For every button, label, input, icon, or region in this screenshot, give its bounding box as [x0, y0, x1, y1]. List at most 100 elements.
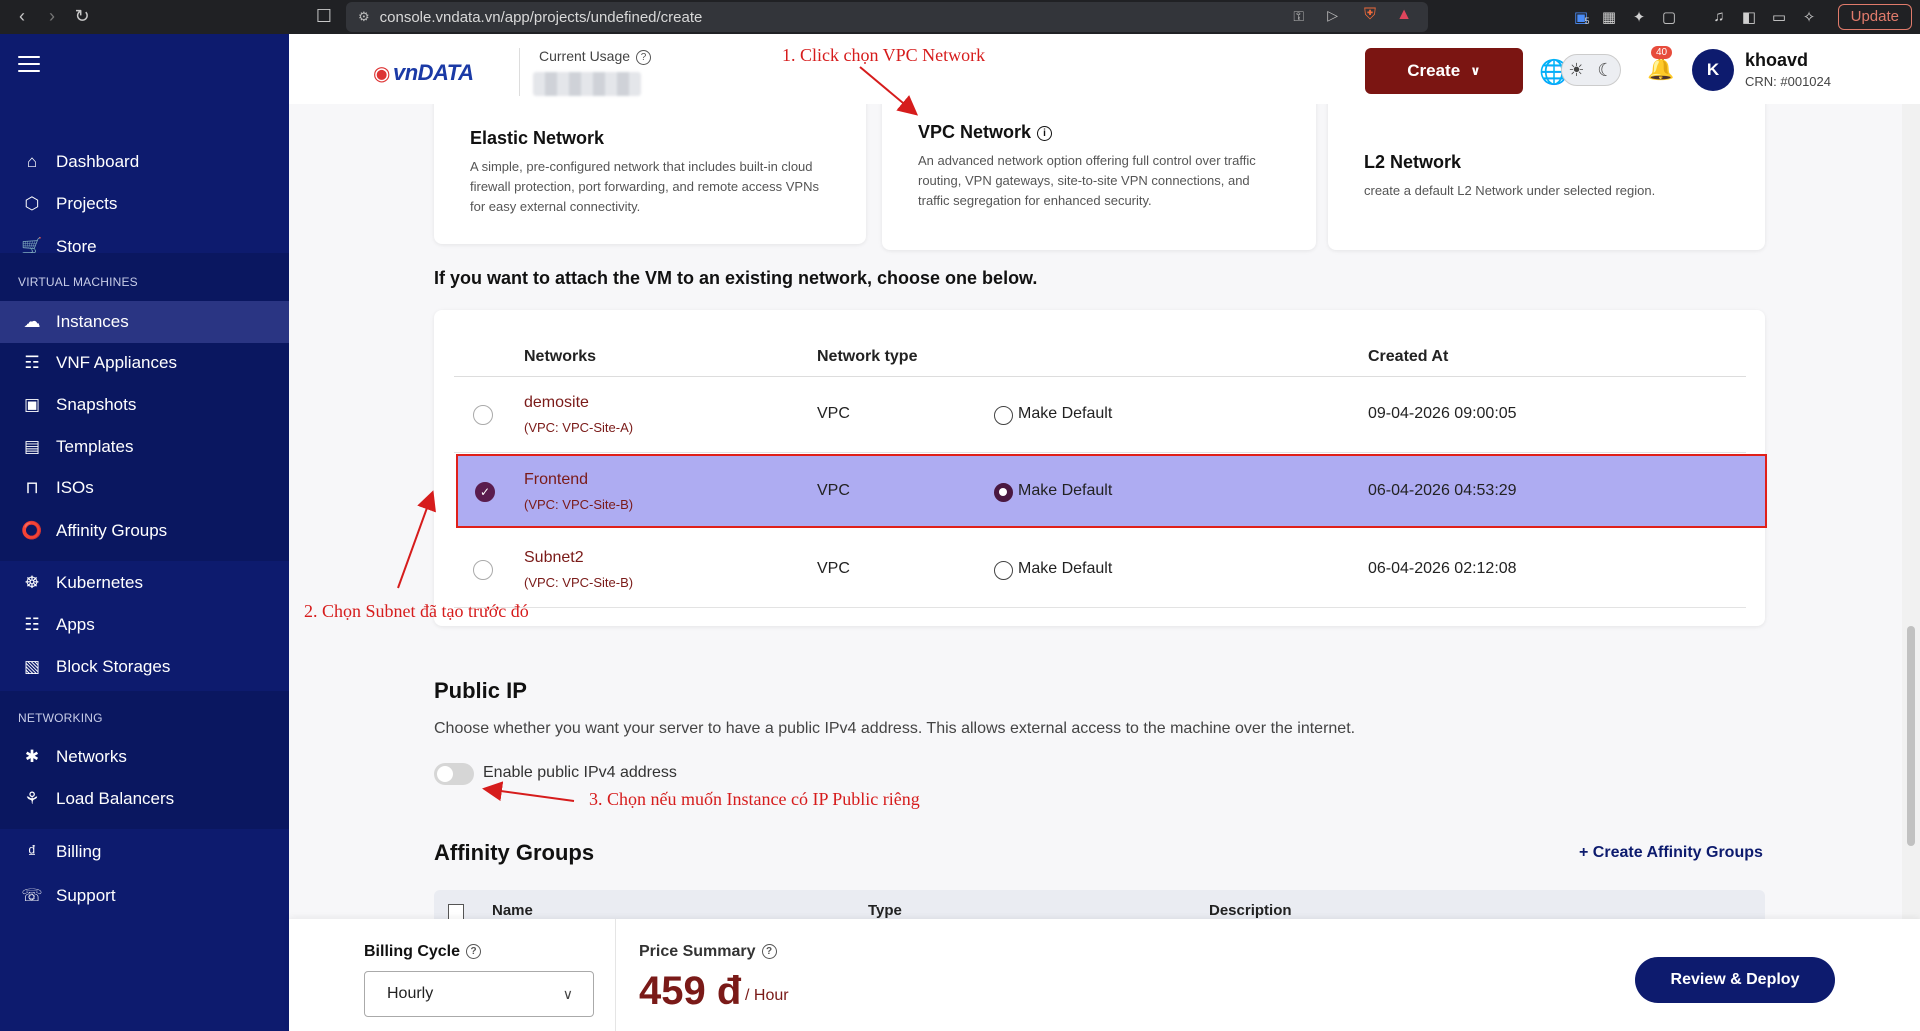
- music-icon[interactable]: ♫: [1710, 8, 1728, 26]
- network-name[interactable]: Subnet2: [524, 549, 584, 567]
- scroll-thumb[interactable]: [1907, 626, 1915, 846]
- section-title: NETWORKING: [18, 711, 103, 725]
- network-vpc: (VPC: VPC-Site-A): [524, 420, 634, 435]
- sidebar-item-isos[interactable]: ⊓ ISOs: [0, 468, 289, 508]
- sidebar-item-snapshots[interactable]: ▣ Snapshots: [0, 385, 289, 425]
- sidebar-item-label: Kubernetes: [56, 573, 143, 592]
- make-default-label[interactable]: Make Default: [1018, 405, 1112, 423]
- browser-update-button[interactable]: Update: [1837, 4, 1912, 30]
- order-footer: Billing Cycle? Hourly ∨ Price Summary? 45…: [289, 919, 1920, 1031]
- sidebar-item-load-balancers[interactable]: ⚘ Load Balancers: [0, 779, 289, 819]
- make-default-radio[interactable]: [994, 483, 1013, 502]
- public-ip-toggle-label[interactable]: Enable public IPv4 address: [483, 764, 677, 782]
- iso-icon: ⊓: [25, 478, 39, 497]
- sidebar-item-affinity-groups[interactable]: ⭕ Affinity Groups: [0, 511, 289, 551]
- make-default-label[interactable]: Make Default: [1018, 482, 1112, 500]
- forward-icon[interactable]: ›: [38, 6, 66, 27]
- brave-shield-icon[interactable]: ⛨: [1364, 6, 1376, 24]
- sidebar-item-kubernetes[interactable]: ☸ Kubernetes: [0, 563, 289, 603]
- sidebar-item-label: Projects: [56, 194, 118, 213]
- sidebar-item-billing[interactable]: ₫ Billing: [0, 832, 289, 872]
- make-default-radio[interactable]: [994, 561, 1013, 580]
- table-row[interactable]: Subnet2 (VPC: VPC-Site-B) VPC Make Defau…: [454, 532, 1746, 608]
- row-select-radio[interactable]: [473, 560, 493, 580]
- network-type: VPC: [817, 482, 850, 499]
- make-default-label[interactable]: Make Default: [1018, 560, 1112, 578]
- sidebar-item-label: Dashboard: [56, 152, 140, 171]
- network-name[interactable]: Frontend: [524, 471, 588, 489]
- screenshot-icon[interactable]: ▢: [1660, 8, 1678, 26]
- qr-icon[interactable]: ▦: [1600, 8, 1618, 26]
- storage-icon: ▧: [23, 657, 41, 676]
- row-select-radio[interactable]: ✓: [475, 482, 495, 502]
- sidebar-item-support[interactable]: ☏ Support: [0, 876, 289, 916]
- loadbalancer-icon: ⚘: [24, 789, 40, 808]
- help-icon[interactable]: ?: [636, 49, 652, 65]
- help-icon[interactable]: ?: [761, 944, 777, 960]
- price-value: 459 đ: [639, 969, 742, 1013]
- menu-icon[interactable]: [18, 56, 40, 72]
- public-ip-toggle[interactable]: [434, 763, 474, 785]
- username: khoavd: [1745, 50, 1809, 70]
- site-info-icon[interactable]: ⚙: [358, 9, 370, 25]
- sun-icon: ☀: [1568, 59, 1585, 80]
- kubernetes-icon: ☸: [24, 573, 40, 592]
- bookmark-icon[interactable]: ☐: [310, 6, 338, 27]
- avatar[interactable]: K: [1692, 49, 1734, 91]
- section-title: VIRTUAL MACHINES: [18, 275, 138, 289]
- sidebar-item-projects[interactable]: ⬡ Projects: [0, 184, 289, 224]
- back-icon[interactable]: ‹: [8, 6, 36, 27]
- sidebar-item-dashboard[interactable]: ⌂ Dashboard: [0, 142, 289, 182]
- table-row[interactable]: demosite (VPC: VPC-Site-A) VPC Make Defa…: [454, 377, 1746, 453]
- sidebar-item-label: Apps: [56, 615, 95, 634]
- template-icon: ▤: [23, 437, 41, 456]
- sidebar-item-block-storages[interactable]: ▧ Block Storages: [0, 647, 289, 687]
- elastic-network-card[interactable]: Elastic Network A simple, pre-configured…: [434, 104, 866, 244]
- sidebar-item-apps[interactable]: ☷ Apps: [0, 605, 289, 645]
- review-deploy-button[interactable]: Review & Deploy: [1635, 957, 1835, 1003]
- sidebar-item-label: Snapshots: [56, 395, 137, 414]
- extension-badge: 5: [1584, 16, 1590, 26]
- wallet-icon[interactable]: ▭: [1770, 8, 1788, 26]
- network-name[interactable]: demosite: [524, 394, 589, 412]
- column-header: Type: [868, 902, 902, 919]
- create-button[interactable]: Create ∨: [1365, 48, 1523, 94]
- scrollbar[interactable]: [1902, 104, 1920, 1031]
- bell-icon[interactable]: 🔔: [1647, 56, 1674, 82]
- attach-heading: If you want to attach the VM to an exist…: [434, 268, 1038, 288]
- help-icon[interactable]: ?: [466, 944, 482, 960]
- brave-rewards-icon[interactable]: ▲: [1396, 6, 1412, 24]
- info-icon[interactable]: i: [1037, 125, 1053, 141]
- send-icon[interactable]: ▷: [1327, 7, 1338, 24]
- create-affinity-groups-link[interactable]: + Create Affinity Groups: [1579, 844, 1763, 862]
- billing-cycle-select[interactable]: Hourly ∨: [364, 971, 594, 1017]
- sidebar-item-label: VNF Appliances: [56, 353, 177, 372]
- sidebar-item-networks[interactable]: ✱ Networks: [0, 737, 289, 777]
- theme-toggle[interactable]: ☀ ☾: [1561, 54, 1621, 86]
- column-header: Created At: [1368, 348, 1449, 365]
- table-row-selected[interactable]: ✓ Frontend (VPC: VPC-Site-B) VPC Make De…: [456, 454, 1767, 528]
- l2-network-card[interactable]: L2 Network create a default L2 Network u…: [1328, 104, 1765, 250]
- vpc-network-card[interactable]: VPC Network i An advanced network option …: [882, 104, 1316, 250]
- crn-label: CRN: #001024: [1745, 74, 1831, 89]
- puzzle-icon[interactable]: ✦: [1630, 8, 1648, 26]
- network-vpc: (VPC: VPC-Site-B): [524, 575, 634, 590]
- sidebar-item-label: Affinity Groups: [56, 521, 168, 540]
- row-select-radio[interactable]: [473, 405, 493, 425]
- make-default-radio[interactable]: [994, 406, 1013, 425]
- sidebar-item-instances[interactable]: ☁ Instances: [0, 301, 289, 343]
- reload-icon[interactable]: ↻: [68, 6, 96, 27]
- created-at: 09-04-2026 09:00:05: [1368, 405, 1517, 422]
- vndata-logo[interactable]: ◉ vnDATA: [373, 60, 474, 86]
- notification-badge: 40: [1651, 46, 1673, 59]
- key-icon[interactable]: ⚿: [1293, 8, 1304, 25]
- sidebar: ⌂ Dashboard ⬡ Projects 🛒 Store VIRTUAL M…: [0, 34, 289, 1031]
- sidebar-item-vnf-appliances[interactable]: ☶ VNF Appliances: [0, 343, 289, 383]
- address-bar[interactable]: ⚙ console.vndata.vn/app/projects/undefin…: [346, 2, 1428, 32]
- sidebar-toggle-icon[interactable]: ◧: [1740, 8, 1758, 26]
- sidebar-item-templates[interactable]: ▤ Templates: [0, 427, 289, 467]
- cloud-icon: ☁: [23, 312, 41, 331]
- select-all-checkbox[interactable]: [448, 904, 464, 919]
- ai-icon[interactable]: ✧: [1800, 8, 1818, 26]
- card-title: L2 Network: [1364, 152, 1462, 172]
